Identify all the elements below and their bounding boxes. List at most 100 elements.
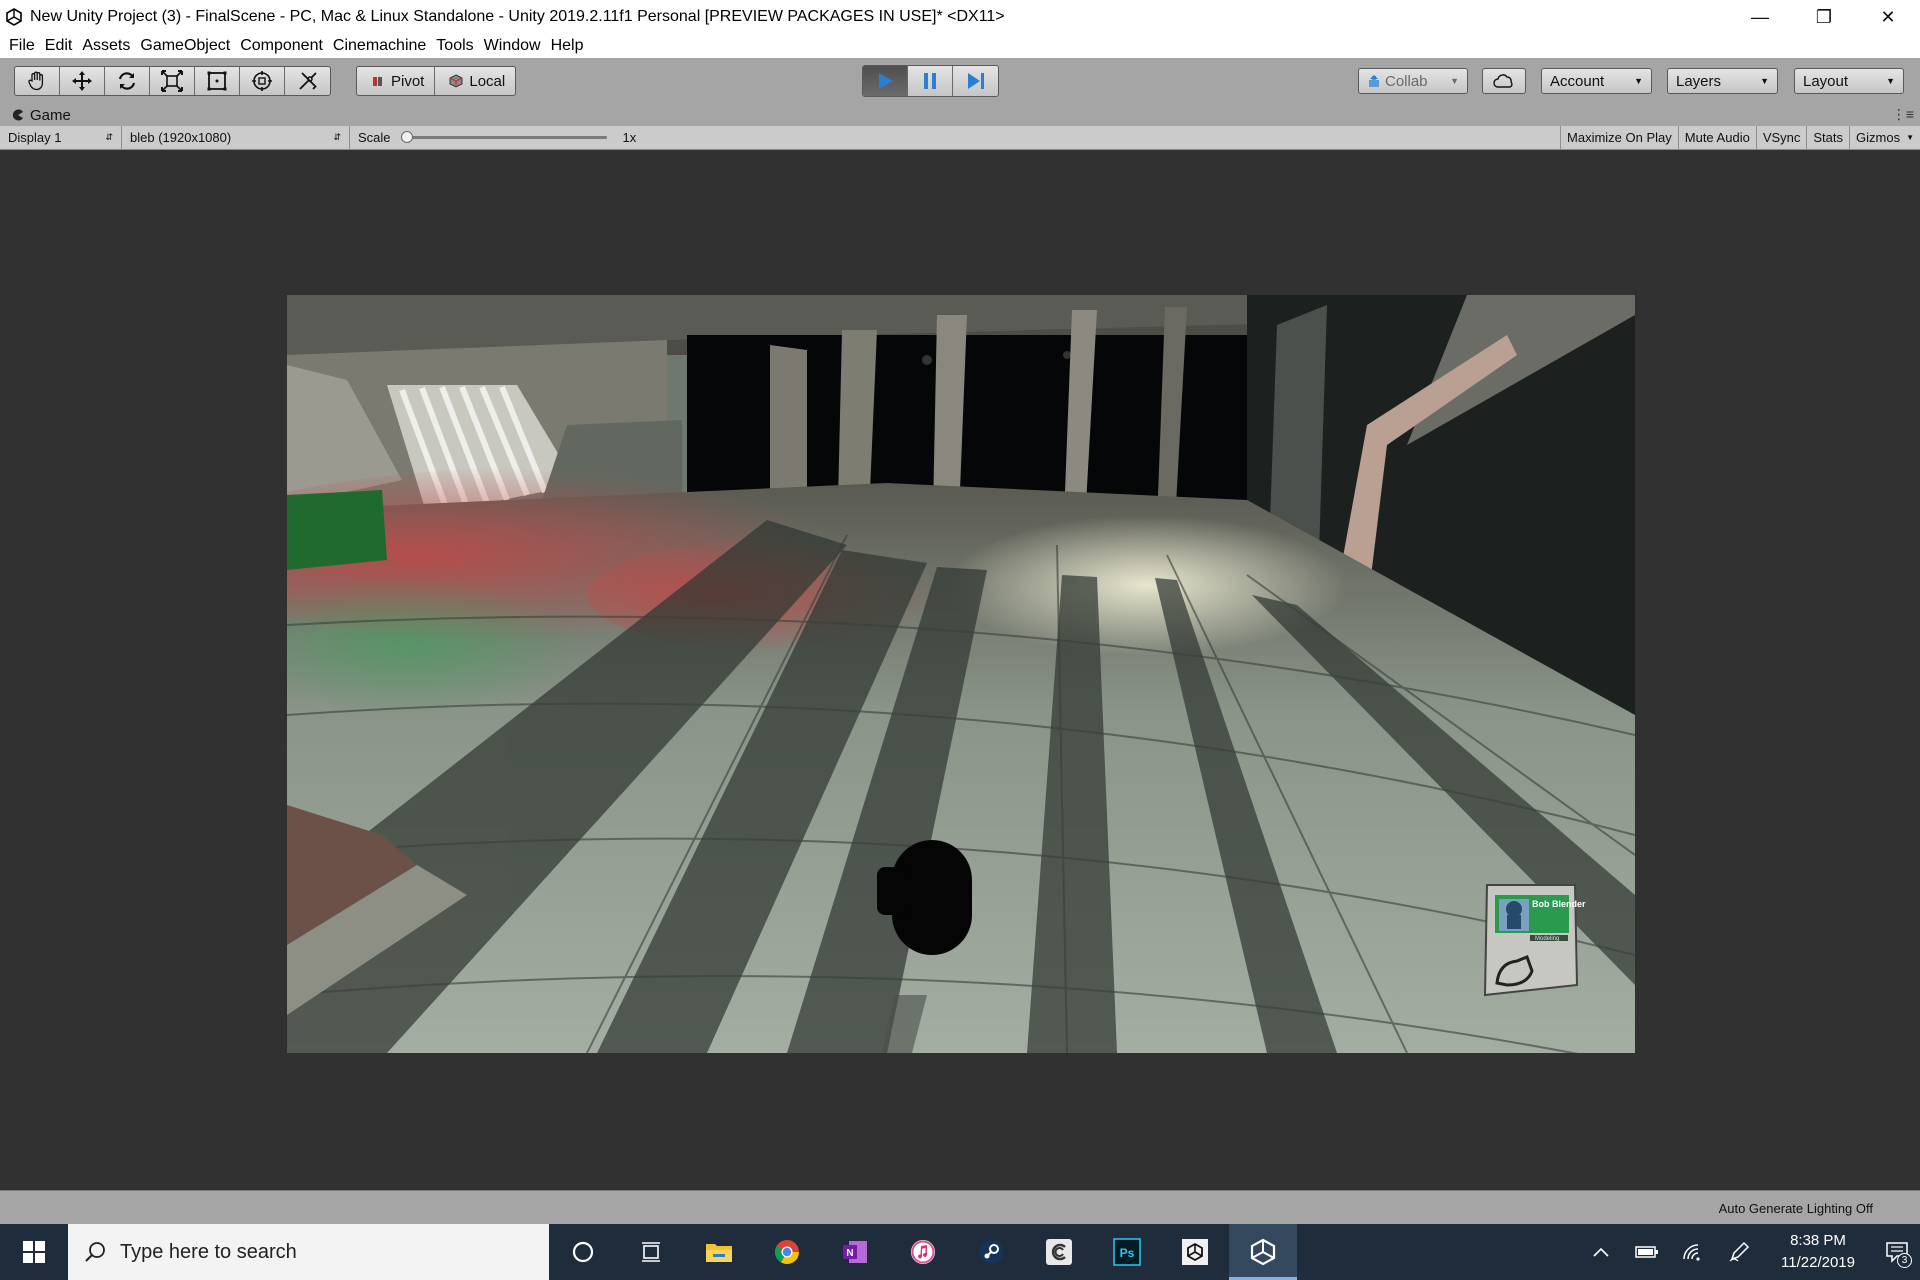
menu-component[interactable]: Component: [235, 37, 328, 55]
unity-hub-icon: [1182, 1239, 1208, 1265]
play-button[interactable]: [863, 66, 908, 96]
pen-icon: [1729, 1241, 1750, 1262]
collab-dropdown[interactable]: Collab ▼: [1358, 68, 1468, 94]
clock-time: 8:38 PM: [1790, 1232, 1846, 1249]
resolution-label: bleb (1920x1080): [130, 130, 232, 145]
layout-dropdown[interactable]: Layout ▼: [1794, 68, 1904, 94]
game-viewport[interactable]: Bob Blender Modeling: [287, 295, 1635, 1053]
game-view: Bob Blender Modeling: [0, 150, 1920, 1190]
restore-icon: ❐: [1815, 6, 1833, 27]
menu-gameobject[interactable]: GameObject: [135, 37, 235, 55]
clock-date: 11/22/2019: [1781, 1254, 1855, 1271]
mute-audio-toggle[interactable]: Mute Audio: [1677, 126, 1756, 149]
svg-text:Ps: Ps: [1120, 1246, 1135, 1260]
hand-tool-button[interactable]: [15, 67, 60, 95]
gizmos-label: Gizmos: [1856, 130, 1901, 145]
show-hidden-icons-button[interactable]: [1578, 1224, 1624, 1280]
playback-controls: [862, 65, 999, 97]
badge-role-text: Modeling: [1535, 936, 1560, 942]
chevron-up-icon: [1593, 1247, 1609, 1257]
file-explorer-button[interactable]: [685, 1224, 753, 1280]
title-bar: New Unity Project (3) - FinalScene - PC,…: [0, 0, 1920, 34]
cortana-button[interactable]: [549, 1224, 617, 1280]
scale-control: Scale 1x: [350, 126, 650, 149]
wifi-button[interactable]: [1670, 1224, 1716, 1280]
task-view-button[interactable]: [617, 1224, 685, 1280]
unity-editor-button[interactable]: [1229, 1224, 1297, 1280]
transform-tool-button[interactable]: [240, 67, 285, 95]
menu-assets[interactable]: Assets: [77, 37, 135, 55]
pivot-icon: [373, 77, 382, 86]
menu-window[interactable]: Window: [479, 37, 546, 55]
resolution-dropdown[interactable]: bleb (1920x1080) ⇵: [122, 126, 350, 149]
local-button[interactable]: Local: [435, 67, 515, 95]
menu-cinemachine[interactable]: Cinemachine: [328, 37, 431, 55]
badge-name-text: Bob Blender: [1532, 899, 1586, 909]
cinema4d-button[interactable]: [1025, 1224, 1093, 1280]
tab-game[interactable]: Game: [12, 107, 71, 124]
cortana-icon: [572, 1241, 594, 1263]
tab-menu-icon[interactable]: ⋮≡: [1892, 106, 1914, 123]
menu-tools[interactable]: Tools: [431, 37, 478, 55]
status-bar: Auto Generate Lighting Off: [0, 1190, 1920, 1224]
updown-caret-icon: ⇵: [105, 132, 113, 142]
task-view-icon: [642, 1242, 660, 1262]
steam-button[interactable]: [957, 1224, 1025, 1280]
scale-slider[interactable]: [400, 131, 607, 143]
battery-button[interactable]: [1624, 1224, 1670, 1280]
windows-taskbar: Type here to search N Ps 8:38 PM 11/22/2…: [0, 1224, 1920, 1280]
transform-tools: [14, 66, 331, 96]
pen-workspace-button[interactable]: [1716, 1224, 1762, 1280]
close-button[interactable]: ✕: [1856, 0, 1920, 34]
transform-icon: [252, 71, 272, 91]
account-dropdown[interactable]: Account ▼: [1541, 68, 1652, 94]
step-button[interactable]: [953, 66, 998, 96]
layers-dropdown[interactable]: Layers ▼: [1667, 68, 1778, 94]
unity-hub-button[interactable]: [1161, 1224, 1229, 1280]
scale-value: 1x: [622, 130, 637, 145]
unity-icon: [1250, 1238, 1276, 1266]
gizmos-dropdown[interactable]: Gizmos ▼: [1849, 126, 1920, 149]
pivot-button[interactable]: Pivot: [357, 67, 436, 95]
photoshop-button[interactable]: Ps: [1093, 1224, 1161, 1280]
cloud-services-button[interactable]: [1482, 68, 1526, 94]
step-icon: [967, 73, 984, 89]
account-label: Account: [1550, 72, 1605, 90]
display-dropdown[interactable]: Display 1 ⇵: [0, 126, 122, 149]
start-button[interactable]: [0, 1224, 68, 1280]
cinema4d-icon: [1046, 1239, 1072, 1265]
taskbar-search-box[interactable]: Type here to search: [68, 1224, 549, 1280]
search-placeholder: Type here to search: [120, 1240, 297, 1263]
minimize-button[interactable]: —: [1728, 0, 1792, 34]
rotate-tool-button[interactable]: [105, 67, 150, 95]
action-center-button[interactable]: 3: [1874, 1224, 1920, 1280]
maximize-on-play-toggle[interactable]: Maximize On Play: [1560, 126, 1678, 149]
scale-slider-handle[interactable]: [400, 131, 413, 143]
chevron-down-icon: ▼: [1450, 76, 1459, 86]
system-tray: 8:38 PM 11/22/2019 3: [1578, 1224, 1920, 1280]
svg-text:N: N: [846, 1248, 853, 1259]
chrome-button[interactable]: [753, 1224, 821, 1280]
itunes-button[interactable]: [889, 1224, 957, 1280]
stats-toggle[interactable]: Stats: [1806, 126, 1849, 149]
notification-count: 3: [1897, 1253, 1912, 1268]
hand-icon: [28, 71, 44, 91]
onenote-button[interactable]: N: [821, 1224, 889, 1280]
pacman-game-icon: [12, 109, 23, 121]
pause-button[interactable]: [908, 66, 953, 96]
move-tool-button[interactable]: [60, 67, 105, 95]
menu-file[interactable]: File: [4, 37, 40, 55]
minimize-icon: —: [1751, 6, 1769, 27]
display-label: Display 1: [8, 130, 62, 145]
restore-button[interactable]: ❐: [1792, 0, 1856, 34]
rect-tool-button[interactable]: [195, 67, 240, 95]
taskbar-clock[interactable]: 8:38 PM 11/22/2019: [1762, 1230, 1874, 1274]
vsync-toggle[interactable]: VSync: [1755, 126, 1807, 149]
menu-edit[interactable]: Edit: [40, 37, 78, 55]
scale-tool-button[interactable]: [150, 67, 195, 95]
file-explorer-icon: [706, 1244, 732, 1262]
custom-tool-button[interactable]: [285, 67, 330, 95]
menu-help[interactable]: Help: [546, 37, 589, 55]
chevron-down-icon: ▼: [1760, 76, 1769, 86]
lighting-status: Auto Generate Lighting Off: [1718, 1201, 1873, 1216]
